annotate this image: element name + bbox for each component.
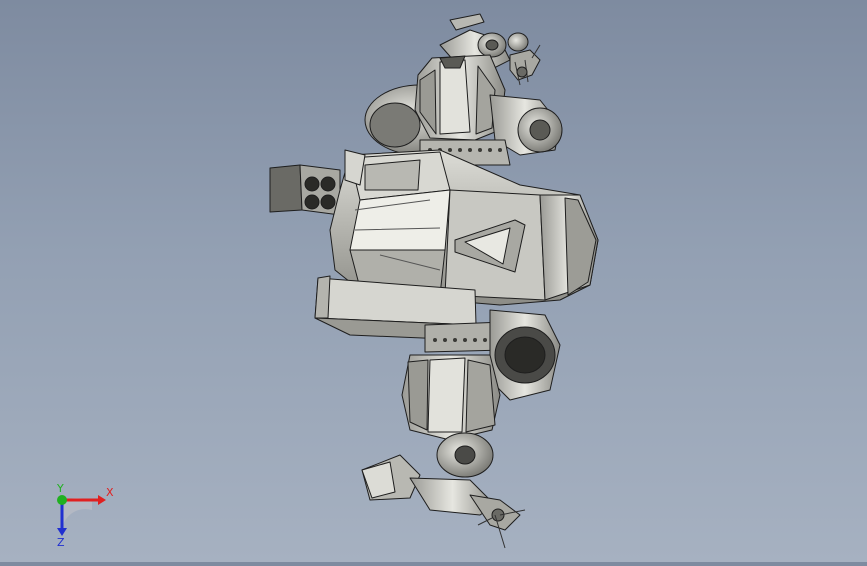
y-axis-dot xyxy=(57,495,67,505)
3d-viewport[interactable] xyxy=(0,0,867,562)
lower-housing xyxy=(401,354,501,441)
x-axis-label: X xyxy=(106,486,114,499)
coordinate-triad: X Y Z xyxy=(40,480,120,550)
y-axis-label: Y xyxy=(56,482,64,495)
lower-arm-assembly xyxy=(361,432,526,549)
robot-model[interactable] xyxy=(0,0,867,562)
hip-joint xyxy=(489,309,561,401)
triad-plane-icon xyxy=(62,497,92,528)
z-axis-label: Z xyxy=(57,536,65,549)
